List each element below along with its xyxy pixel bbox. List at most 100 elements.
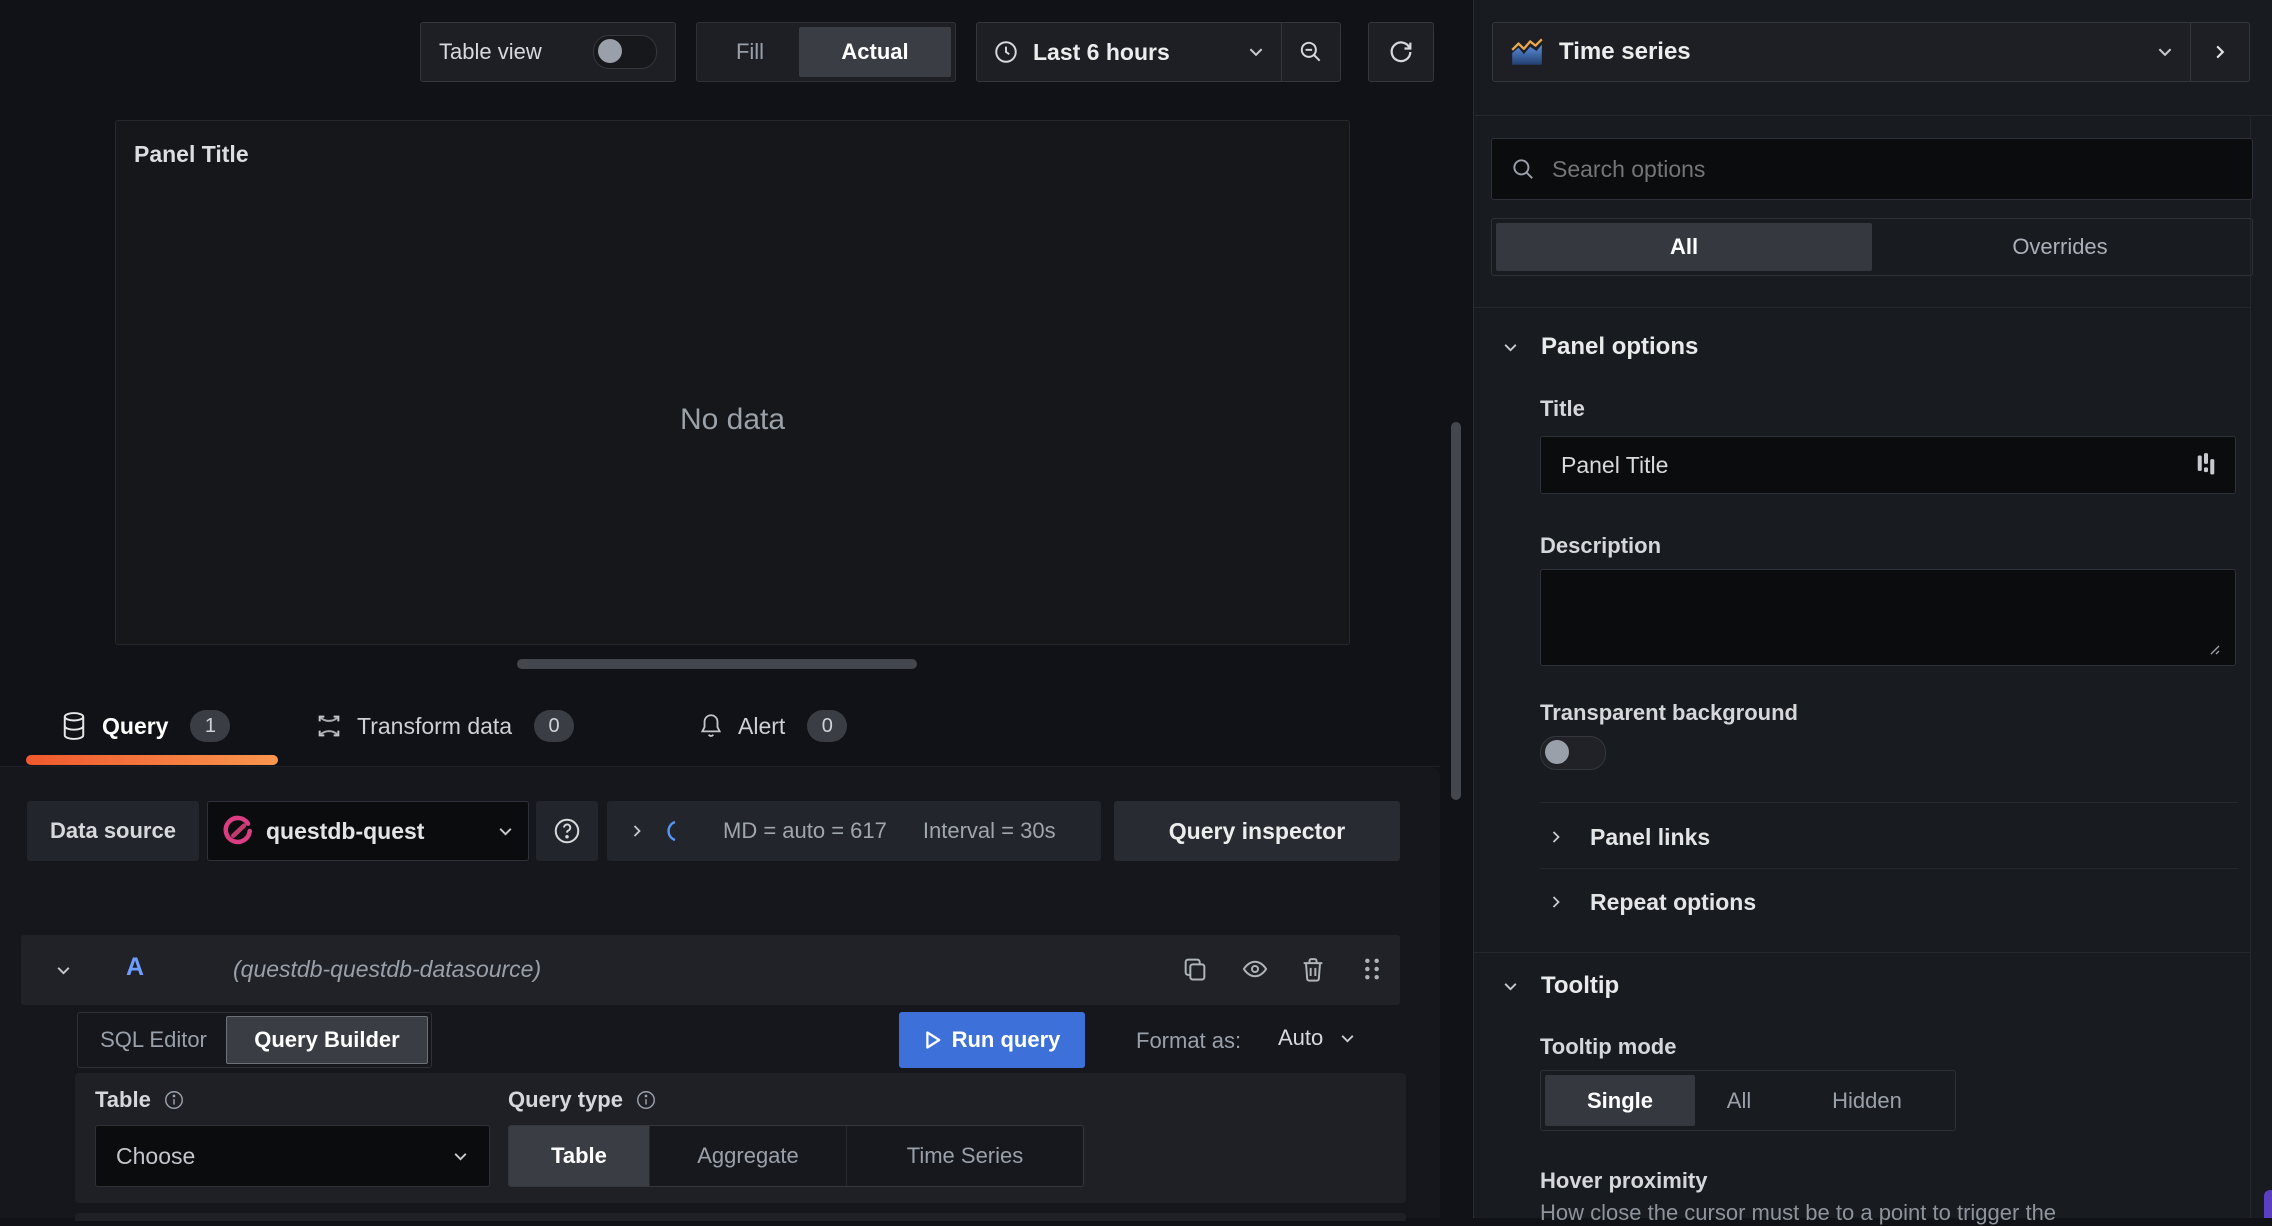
visualization-name: Time series [1559,38,1691,65]
switch-knob [598,39,622,63]
next-section-partial [75,1213,1406,1221]
fill-option[interactable]: Fill [701,27,799,77]
active-tab-underline [26,755,278,765]
title-field-label: Title [1540,396,1585,421]
chevron-down-icon [1339,1030,1356,1047]
collapse-chevron-icon[interactable] [55,962,72,979]
editor-mode-group: SQL Editor Query Builder [77,1012,432,1068]
tooltip-section-header[interactable]: Tooltip [1502,972,1619,1000]
sql-editor-option[interactable]: SQL Editor [81,1016,226,1064]
tab-transform-data[interactable]: Transform data 0 [315,700,575,752]
panel-options-header-label: Panel options [1541,333,1699,360]
datasource-picker[interactable]: questdb-quest [207,801,529,861]
options-pane-scrollbar[interactable] [2264,1190,2272,1218]
format-as-select[interactable]: Auto [1278,1025,1356,1051]
refresh-icon [1387,38,1415,66]
query-row-header[interactable]: A (questdb-questdb-datasource) [21,935,1400,1005]
time-range-label: Last 6 hours [1033,38,1170,65]
hide-query-eye-icon[interactable] [1241,955,1269,983]
switch-knob [1545,740,1569,764]
tab-query[interactable]: Query 1 [60,700,231,752]
query-inspector-button[interactable]: Query inspector [1114,801,1400,861]
options-pane-header-divider [1473,115,2272,116]
duplicate-query-icon[interactable] [1181,955,1209,983]
resize-handle-icon[interactable] [2205,640,2221,656]
description-field[interactable] [1540,569,2236,666]
panel-links-label: Panel links [1590,823,1711,850]
tab-query-label: Query [102,712,169,739]
info-circle-icon [163,1089,185,1111]
transparent-background-switch[interactable] [1540,736,1606,770]
panel-title-input[interactable] [1559,450,2195,480]
refresh-button[interactable] [1368,22,1434,82]
panel-title[interactable]: Panel Title [134,141,249,168]
bell-icon [698,712,724,740]
delete-query-trash-icon[interactable] [1299,955,1327,983]
search-icon [1510,156,1536,182]
run-query-button[interactable]: Run query [899,1012,1085,1068]
vertical-scrollbar[interactable] [1451,422,1461,800]
run-query-label: Run query [951,1027,1061,1052]
zoom-out-icon [1298,39,1324,65]
description-field-label: Description [1540,533,1662,558]
table-view-toggle-button[interactable]: Table view [420,22,676,82]
panel-no-data-message: No data [679,403,786,436]
chevron-down-icon [497,823,514,840]
query-type-group: Table Aggregate Time Series [508,1125,1084,1187]
info-circle-icon [635,1089,657,1111]
query-ref-id[interactable]: A [126,953,144,982]
query-type-time-series[interactable]: Time Series [846,1126,1083,1186]
hover-proximity-label: Hover proximity [1540,1168,1708,1193]
datasource-help-button[interactable] [536,801,598,861]
fill-actual-group: Fill Actual [696,22,956,82]
panel-links-header[interactable]: Panel links [1548,820,1710,854]
loading-spinner-icon [667,819,685,843]
visualization-picker[interactable]: Time series [1492,22,2250,82]
chevron-down-icon [452,1148,469,1165]
table-view-label: Table view [439,39,542,64]
options-filter-overrides[interactable]: Overrides [1872,223,2248,271]
options-search-input[interactable] [1550,154,2234,184]
chevron-down-icon [1502,978,1519,995]
tooltip-header-label: Tooltip [1541,972,1620,999]
divider [1540,868,2238,869]
toggle-viz-picker-button[interactable] [2190,23,2249,81]
query-inspector-label: Query inspector [1168,817,1346,844]
drag-handle-icon[interactable] [1359,955,1385,983]
panel-options-header[interactable]: Panel options [1502,333,1698,361]
tooltip-mode-single[interactable]: Single [1545,1075,1695,1126]
options-sections-divider [1474,307,2250,308]
query-type-table[interactable]: Table [509,1126,649,1186]
time-series-viz-icon [1509,37,1545,67]
query-options-summary[interactable]: MD = auto = 617 Interval = 30s [607,801,1101,861]
time-range-picker[interactable]: Last 6 hours [977,23,1281,81]
tooltip-mode-hidden[interactable]: Hidden [1783,1075,1951,1126]
repeat-options-header[interactable]: Repeat options [1548,885,1756,919]
panel-title-field[interactable] [1540,436,2236,494]
datasource-name: questdb-quest [266,817,425,844]
options-search-box[interactable] [1491,138,2253,200]
tooltip-mode-all[interactable]: All [1695,1075,1783,1126]
interval-summary: Interval = 30s [922,818,1056,843]
query-builder-option[interactable]: Query Builder [226,1016,428,1064]
tab-alert[interactable]: Alert 0 [698,700,848,752]
description-textarea[interactable] [1541,570,2235,665]
chevron-right-icon [2211,43,2229,61]
query-builder-section: Table Query type Choose Table Aggregate … [75,1073,1406,1203]
horizontal-scrollbar[interactable] [517,659,917,669]
actual-option[interactable]: Actual [799,27,951,77]
options-filter-all[interactable]: All [1496,223,1872,271]
database-icon [60,711,88,741]
tab-query-badge: 1 [190,710,231,742]
panel-preview: Panel Title No data [115,120,1350,645]
table-view-switch[interactable] [593,35,657,69]
format-as-label: Format as: [1136,1028,1242,1053]
options-scrollbar-gutter [2250,115,2251,1218]
datasource-label-chip: Data source [27,801,199,861]
query-type-aggregate[interactable]: Aggregate [649,1126,846,1186]
question-circle-icon [552,816,582,846]
table-select[interactable]: Choose [95,1125,490,1187]
format-as-value: Auto [1278,1025,1324,1050]
zoom-out-button[interactable] [1281,23,1340,81]
variable-suggestion-icon[interactable] [2195,452,2217,478]
